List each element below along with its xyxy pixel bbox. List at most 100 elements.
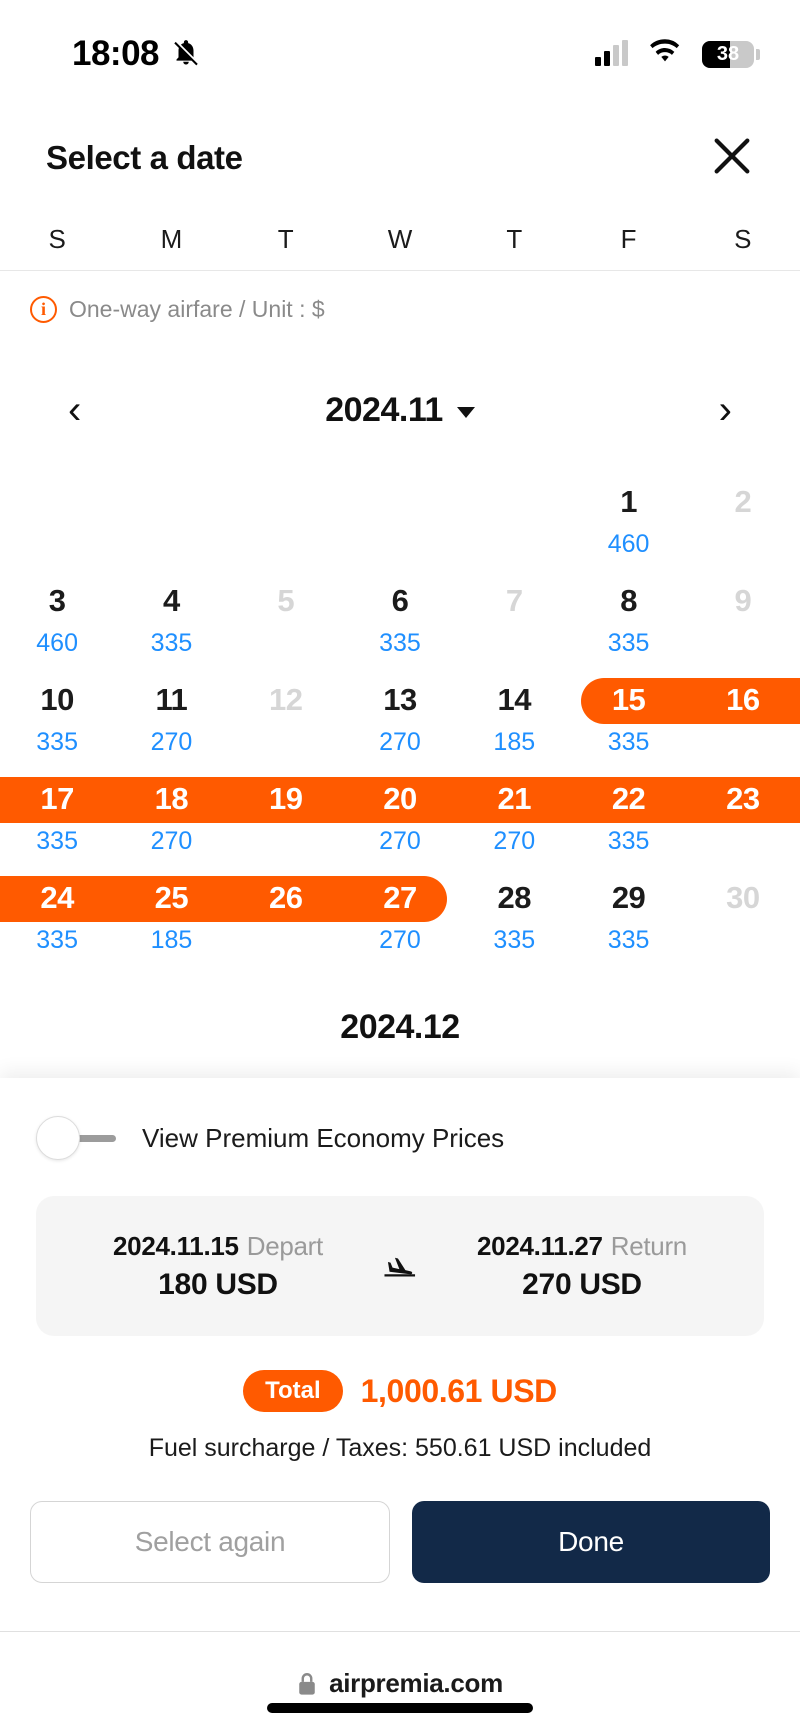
premium-economy-toggle-label: View Premium Economy Prices: [142, 1122, 505, 1153]
day-price: 185: [493, 728, 536, 756]
calendar-day-24[interactable]: 24 335: [0, 861, 114, 960]
status-bar: 18:08 38: [0, 0, 800, 108]
calendar-day-14[interactable]: 14 185: [457, 663, 571, 762]
premium-economy-toggle-row[interactable]: View Premium Economy Prices: [0, 1078, 800, 1160]
page-title: Select a date: [46, 139, 243, 176]
calendar-week-days: 24 335 25 185 26 27 270 28 335 29 335 30: [0, 861, 800, 960]
next-month-button[interactable]: ›: [719, 390, 732, 430]
select-again-button[interactable]: Select again: [30, 1501, 390, 1584]
day-price: 270: [150, 728, 193, 756]
day-price: 335: [36, 926, 78, 954]
depart-label: Depart: [246, 1230, 324, 1261]
action-buttons: Select again Done: [0, 1501, 800, 1584]
day-number: 30: [726, 880, 760, 915]
header-divider: [0, 270, 800, 271]
month-navigation: ‹ 2024.11 ›: [0, 355, 800, 465]
day-number: 7: [505, 583, 523, 618]
wifi-icon: [648, 38, 682, 70]
calendar-day-11[interactable]: 11 270: [114, 663, 228, 762]
return-date: 2024.11.27: [477, 1230, 603, 1261]
battery-percent: 38: [716, 42, 740, 65]
calendar-week-row: 1 460 2: [0, 465, 800, 564]
weekday-label-sat: S: [734, 223, 752, 254]
status-bar-left: 18:08: [72, 34, 201, 74]
fare-unit-notice-text: One-way airfare / Unit : $: [69, 295, 325, 322]
day-number: 21: [497, 781, 532, 816]
caret-down-icon: [456, 406, 475, 418]
day-price: 335: [36, 827, 78, 855]
calendar-day-6[interactable]: 6 335: [343, 564, 457, 663]
calendar-day-27[interactable]: 27 270: [343, 861, 457, 960]
next-month-label: 2024.12: [340, 1008, 460, 1046]
calendar-day-9: 9: [686, 564, 800, 663]
calendar-day-16[interactable]: 16: [686, 663, 800, 762]
return-label: Return: [610, 1230, 688, 1261]
weekday-label-wed: W: [387, 223, 413, 254]
calendar-day-23[interactable]: 23: [686, 762, 800, 861]
day-price: 335: [379, 629, 421, 657]
day-number: 10: [40, 682, 74, 717]
status-bar-right: 38: [595, 38, 760, 70]
day-number: 4: [163, 583, 180, 618]
calendar-day-26[interactable]: 26: [229, 861, 343, 960]
day-number: 8: [620, 583, 637, 618]
cellular-signal-icon: [595, 40, 628, 66]
day-price: 460: [36, 629, 78, 657]
calendar-day-empty: [114, 465, 228, 564]
toggle-knob: [36, 1116, 80, 1160]
browser-address-bar[interactable]: airpremia.com: [0, 1631, 800, 1735]
calendar-week-days: 1 460 2: [0, 465, 800, 564]
calendar-day-28[interactable]: 28 335: [457, 861, 571, 960]
day-number: 18: [154, 781, 189, 816]
booking-summary-sheet: View Premium Economy Prices 2024.11.15 De…: [0, 1078, 800, 1735]
sheet-header: Select a date: [0, 108, 800, 208]
month-label: 2024.11: [325, 390, 443, 429]
close-button[interactable]: [704, 130, 760, 186]
fuel-surcharge-note: Fuel surcharge / Taxes: 550.61 USD inclu…: [148, 1434, 652, 1463]
calendar-day-29[interactable]: 29 335: [571, 861, 685, 960]
day-number: 25: [154, 880, 189, 915]
done-button[interactable]: Done: [412, 1501, 770, 1584]
calendar-week-days: 10 335 11 270 12 13 270 14 185 15 335 16: [0, 663, 800, 762]
calendar-day-19[interactable]: 19: [229, 762, 343, 861]
day-number: 2: [734, 484, 752, 519]
calendar-day-15[interactable]: 15 335: [571, 663, 685, 762]
day-number: 23: [726, 781, 760, 816]
day-number: 15: [611, 682, 646, 717]
premium-economy-toggle[interactable]: [36, 1116, 116, 1160]
calendar-day-25[interactable]: 25 185: [114, 861, 228, 960]
depart-date-row: 2024.11.15 Depart: [113, 1231, 323, 1262]
prev-month-button[interactable]: ‹: [68, 390, 81, 430]
phone-screen: 18:08 38 Select a date S M T W T F S i O…: [0, 0, 800, 1735]
day-price: 335: [607, 926, 650, 954]
calendar-day-30: 30: [686, 861, 800, 960]
calendar-day-3[interactable]: 3 460: [0, 564, 114, 663]
calendar-day-13[interactable]: 13 270: [343, 663, 457, 762]
day-number: 22: [611, 781, 646, 816]
calendar-day-18[interactable]: 18 270: [114, 762, 228, 861]
day-number: 29: [611, 880, 646, 915]
close-icon: [709, 133, 755, 184]
day-price: 185: [150, 926, 193, 954]
calendar-day-8[interactable]: 8 335: [571, 564, 685, 663]
calendar-day-10[interactable]: 10 335: [0, 663, 114, 762]
day-number: 12: [268, 682, 303, 717]
calendar-day-21[interactable]: 21 270: [457, 762, 571, 861]
total-amount: 1,000.61 USD: [360, 1372, 558, 1409]
day-number: 6: [391, 583, 409, 618]
calendar-day-1[interactable]: 1 460: [571, 465, 685, 564]
depart-amount: 180 USD: [158, 1267, 278, 1301]
day-price: 270: [493, 827, 536, 855]
calendar-day-17[interactable]: 17 335: [0, 762, 114, 861]
day-price: 335: [607, 629, 650, 657]
calendar-day-22[interactable]: 22 335: [571, 762, 685, 861]
calendar-day-20[interactable]: 20 270: [343, 762, 457, 861]
day-price: 335: [36, 728, 78, 756]
depart-summary[interactable]: 2024.11.15 Depart 180 USD: [36, 1231, 400, 1302]
total-badge: Total: [243, 1370, 343, 1413]
calendar-day-4[interactable]: 4 335: [114, 564, 228, 663]
return-summary[interactable]: 2024.11.27 Return 270 USD: [400, 1231, 764, 1302]
month-selector[interactable]: 2024.11: [325, 391, 475, 430]
day-number: 5: [277, 583, 295, 618]
site-domain: airpremia.com: [329, 1668, 503, 1698]
